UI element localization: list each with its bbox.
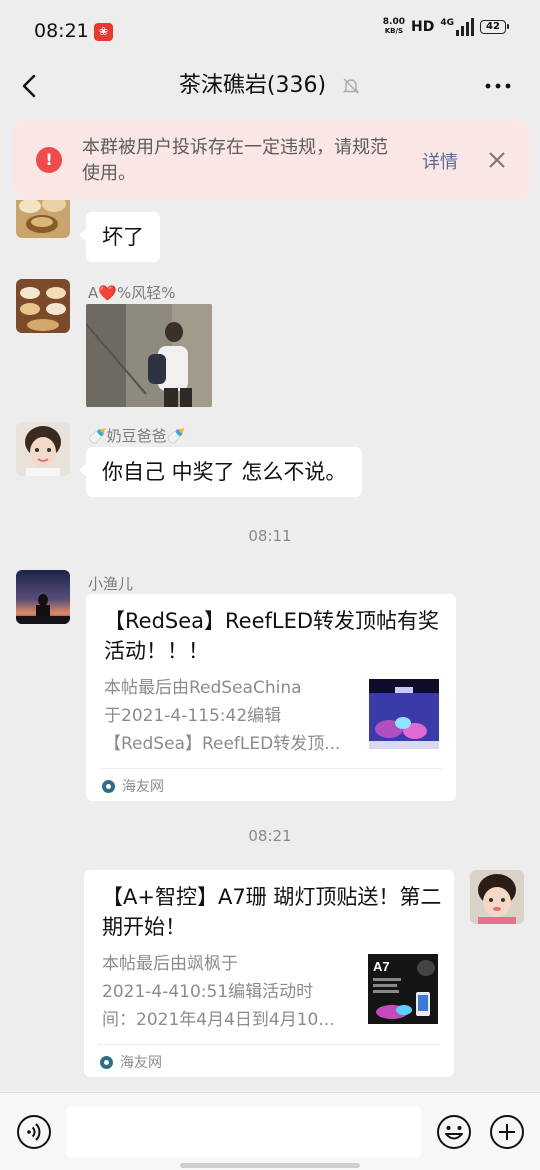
card-desc-line: 【RedSea】ReefLED转发顶...: [104, 734, 341, 754]
notice-close-button[interactable]: [484, 147, 510, 173]
notice-detail-link[interactable]: 详情: [422, 148, 458, 174]
nav-bar: 茶沫礁岩(336): [0, 62, 540, 112]
bell-muted-icon: [342, 78, 360, 94]
more-icon: [485, 83, 511, 89]
battery-level: 42: [486, 21, 500, 32]
link-card[interactable]: 【A+智控】A7珊 瑚灯顶贴送！第二期开始！ 本帖最后由飒枫于 2021-4-4…: [84, 870, 454, 1077]
avatar[interactable]: [16, 422, 70, 476]
voice-button[interactable]: [16, 1114, 52, 1150]
network-type: 4G: [440, 18, 454, 28]
message-bubble[interactable]: 坏了: [79, 212, 160, 262]
card-desc-line: 于2021-4-115:42编辑: [104, 706, 282, 726]
card-thumbnail: A7: [368, 954, 438, 1024]
battery-icon: 42: [480, 20, 509, 34]
more-button[interactable]: [480, 68, 516, 104]
avatar[interactable]: [16, 570, 70, 624]
emoji-icon: [437, 1115, 471, 1149]
my-avatar[interactable]: [470, 870, 524, 924]
card-title: 【RedSea】ReefLED转发顶帖有奖活动！！！: [104, 609, 440, 663]
chat-title-text: 茶沫礁岩(336): [178, 73, 327, 98]
card-source-name: 海友网: [122, 779, 164, 795]
app-notification-icon: ❀: [94, 23, 113, 41]
signal-icon: 4G: [440, 18, 474, 36]
timestamp: 08:21: [248, 827, 292, 845]
link-card[interactable]: 【RedSea】ReefLED转发顶帖有奖活动！！！ 本帖最后由RedSeaCh…: [86, 594, 456, 801]
avatar[interactable]: [16, 279, 70, 333]
card-description: 本帖最后由飒枫于 2021-4-410:51编辑活动时 间：2021年4月4日到…: [102, 950, 352, 1034]
source-logo-icon: [102, 779, 115, 793]
plus-icon: [490, 1115, 524, 1149]
card-source: 海友网: [102, 776, 164, 796]
hd-label: HD: [411, 19, 435, 35]
status-indicators: 8.00 KB/S HD 4G 42: [383, 18, 509, 36]
thumbnail-label: A7: [373, 959, 390, 974]
card-desc-line: 本帖最后由飒枫于: [102, 954, 238, 974]
card-divider: [98, 1044, 440, 1045]
close-icon: [489, 152, 505, 168]
photo-image: [86, 304, 212, 407]
info-icon: !: [36, 147, 62, 173]
net-speed-unit: KB/S: [384, 27, 404, 35]
notice-text: 本群被用户投诉存在一定违规，请规范使用。: [82, 137, 388, 184]
status-time: 08:21: [34, 20, 89, 42]
message-input[interactable]: [66, 1106, 421, 1158]
chat-title: 茶沫礁岩(336): [0, 67, 540, 99]
voice-icon: [17, 1115, 51, 1149]
message-bubble[interactable]: 你自己 中奖了 怎么不说。: [78, 447, 363, 497]
emoji-button[interactable]: [436, 1114, 472, 1150]
sender-name: 🍼奶豆爸爸🍼: [88, 427, 186, 445]
chat-messages[interactable]: 坏了 A❤️%风轻% 🍼奶豆爸爸🍼 你自己 中奖了 怎么不说。 08:11 小渔…: [0, 200, 540, 1092]
card-thumbnail: [369, 679, 439, 749]
card-description: 本帖最后由RedSeaChina 于2021-4-115:42编辑 【RedSe…: [104, 674, 354, 758]
card-desc-line: 本帖最后由RedSeaChina: [104, 678, 302, 698]
timestamp: 08:11: [248, 527, 292, 545]
card-desc-line: 2021-4-410:51编辑活动时: [102, 982, 314, 1002]
card-desc-line: 间：2021年4月4日到4月10...: [102, 1010, 335, 1030]
card-source: 海友网: [100, 1052, 162, 1072]
net-speed-value: 8.00: [382, 17, 405, 27]
card-divider: [100, 768, 442, 769]
image-message[interactable]: [86, 304, 212, 407]
source-logo-icon: [100, 1055, 113, 1069]
status-bar: 08:21 ❀ 8.00 KB/S HD 4G 42: [0, 0, 540, 62]
net-speed: 8.00 KB/S: [383, 18, 405, 36]
home-indicator[interactable]: [180, 1163, 360, 1168]
input-bar: [0, 1092, 540, 1170]
violation-notice: ! 本群被用户投诉存在一定违规，请规范使用。 详情: [12, 120, 530, 200]
card-title: 【A+智控】A7珊 瑚灯顶贴送！第二期开始！: [102, 885, 442, 939]
card-source-name: 海友网: [120, 1055, 162, 1071]
more-actions-button[interactable]: [489, 1114, 525, 1150]
sender-name: A❤️%风轻%: [88, 284, 176, 302]
avatar[interactable]: [16, 200, 70, 238]
sender-name: 小渔儿: [88, 575, 134, 593]
